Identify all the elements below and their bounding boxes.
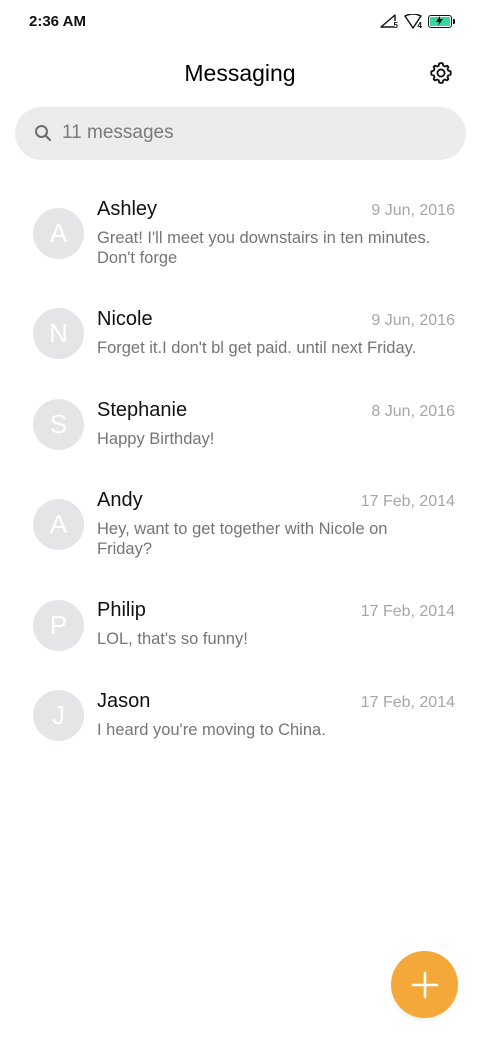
avatar: A (33, 499, 84, 550)
messaging-screen: 2:36 AM 5 4 Messaging 11 messages A Ashl… (0, 0, 480, 1040)
conversation-item[interactable]: S Stephanie 8 Jun, 2016 Happy Birthday! (0, 380, 480, 470)
status-time: 2:36 AM (29, 13, 86, 30)
signal-icon: 5 (380, 13, 398, 30)
contact-name: Stephanie (97, 399, 188, 421)
message-preview: LOL, that's so funny! (97, 630, 248, 648)
battery-icon (428, 14, 455, 28)
conversation-item[interactable]: J Jason 17 Feb, 2014 I heard you're movi… (0, 672, 480, 762)
contact-name: Nicole (97, 308, 153, 330)
message-preview: I heard you're moving to China. (97, 721, 326, 739)
message-preview: Forget it.I don't bl get paid. until nex… (97, 339, 417, 357)
conversation-item[interactable]: A Ashley 9 Jun, 2016 Great! I'll meet yo… (0, 180, 480, 270)
conversation-item[interactable]: N Nicole 9 Jun, 2016 Forget it.I don't b… (0, 290, 480, 380)
message-date: 17 Feb, 2014 (360, 694, 455, 711)
app-header: Messaging (0, 44, 480, 104)
conversation-item[interactable]: P Philip 17 Feb, 2014 LOL, that's so fun… (0, 581, 480, 671)
message-date: 8 Jun, 2016 (371, 403, 455, 420)
avatar: S (33, 399, 84, 450)
message-date: 9 Jun, 2016 (371, 312, 455, 329)
status-bar: 2:36 AM 5 4 (0, 0, 480, 44)
status-icons: 5 4 (380, 12, 455, 30)
message-date: 9 Jun, 2016 (371, 202, 455, 219)
avatar: J (33, 690, 84, 741)
plus-icon (411, 971, 438, 998)
contact-name: Philip (97, 599, 146, 621)
conversation-item[interactable]: A Andy 17 Feb, 2014 Hey, want to get tog… (0, 471, 480, 561)
new-message-button[interactable] (391, 951, 458, 1018)
settings-button[interactable] (424, 56, 458, 90)
signal-sim1-label: 5 (393, 20, 398, 30)
search-icon (35, 125, 52, 142)
signal-icon: 4 (404, 13, 422, 30)
contact-name: Jason (97, 690, 151, 712)
message-preview: Happy Birthday! (97, 430, 215, 448)
page-title: Messaging (184, 60, 296, 86)
signal-sim2-label: 4 (417, 20, 422, 30)
contact-name: Andy (97, 489, 143, 511)
message-date: 17 Feb, 2014 (360, 493, 455, 510)
avatar: A (33, 208, 84, 259)
avatar: N (33, 308, 84, 359)
avatar: P (33, 600, 84, 651)
search-input[interactable] (62, 117, 442, 149)
message-preview: Hey, want to get together with Nicole on… (97, 520, 388, 558)
search-bar[interactable] (15, 107, 466, 160)
message-date: 17 Feb, 2014 (360, 603, 455, 620)
contact-name: Ashley (97, 198, 158, 220)
gear-icon (430, 62, 452, 84)
message-preview: Great! I'll meet you downstairs in ten m… (97, 229, 431, 267)
